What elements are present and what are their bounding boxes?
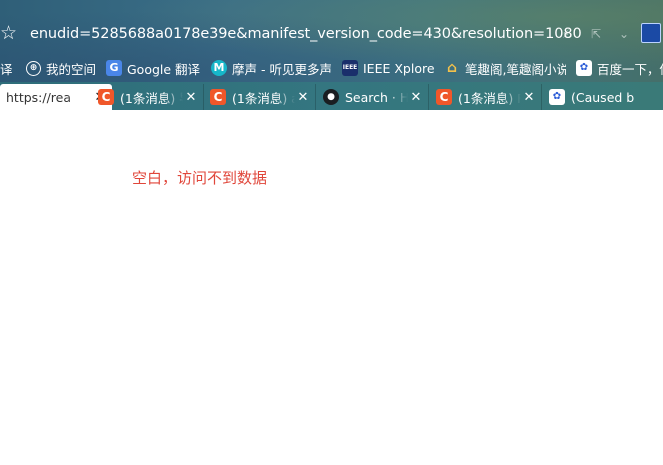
bookmark-google-translate[interactable]: G Google 翻译: [106, 56, 204, 80]
github-icon: ●: [323, 89, 339, 105]
csdn-icon: C: [210, 89, 226, 105]
bookmark-mosheng[interactable]: M 摩声 - 听见更多声: [211, 56, 331, 80]
bookmark-translate[interactable]: 译: [0, 56, 20, 80]
bookmark-biquge[interactable]: ⌂ 笔趣阁,笔趣阁小说: [444, 56, 566, 80]
page-content: 空白，访问不到数据: [0, 110, 663, 465]
bookmark-label: 摩声 - 听见更多声: [232, 61, 331, 77]
browser-toolbar: ☆ enudid=5285688a0178e39e&manifest_versi…: [0, 0, 663, 82]
close-icon[interactable]: ✕: [295, 90, 311, 105]
tab-title: (Caused b: [571, 89, 635, 105]
baidu-paw-icon: ✿: [576, 60, 592, 76]
bookmark-label: IEEE Xplore: [363, 60, 435, 76]
csdn-icon: C: [98, 89, 114, 105]
globe-icon: ⊕: [26, 60, 41, 76]
star-outline-icon[interactable]: ☆: [0, 22, 18, 44]
bookmark-label: 译: [0, 61, 13, 77]
tab-csdn-2[interactable]: C (1条消息) a ✕: [204, 84, 316, 110]
bookmark-baidu[interactable]: ✿ 百度一下，你: [576, 56, 663, 80]
bookmark-label: Google 翻译: [127, 61, 201, 77]
tab-baidu[interactable]: ✿ (Caused b: [543, 84, 663, 110]
bookmark-label: 我的空间: [46, 61, 97, 77]
chevron-down-icon[interactable]: ⌄: [615, 24, 633, 44]
house-icon: ⌂: [446, 60, 458, 76]
m-logo-icon: M: [211, 60, 227, 76]
csdn-icon: C: [436, 89, 452, 105]
tab-title: (1条消息) F: [458, 90, 521, 106]
close-icon[interactable]: ✕: [408, 90, 424, 105]
ieee-icon: IEEE: [342, 60, 358, 76]
bookmark-label: 百度一下，你: [597, 61, 663, 77]
tab-strip: https://rea ✕ C (1条消息) 导 ✕ C (1条消息) a ✕ …: [0, 82, 663, 110]
tab-title: (1条消息) a: [232, 90, 295, 106]
empty-state-message: 空白，访问不到数据: [132, 169, 268, 187]
google-translate-icon: G: [106, 60, 122, 76]
tab-github-search[interactable]: ● Search · Hi ✕: [317, 84, 429, 110]
lightning-icon[interactable]: ⚡: [557, 24, 575, 44]
close-icon[interactable]: ✕: [521, 90, 537, 105]
bookmark-my-space[interactable]: ⊕ 我的空间: [26, 56, 100, 80]
bookmarks-bar: 译 ⊕ 我的空间 G Google 翻译 M 摩声 - 听见更多声 IEEE I…: [0, 56, 663, 80]
tab-title: (1条消息) 导: [120, 90, 183, 106]
address-bar[interactable]: ☆ enudid=5285688a0178e39e&manifest_versi…: [0, 18, 663, 50]
address-bar-actions: ⚡ ⇱ ⌄: [543, 18, 663, 50]
close-icon[interactable]: ✕: [183, 90, 199, 105]
url-text[interactable]: enudid=5285688a0178e39e&manifest_version…: [30, 23, 582, 45]
tab-csdn-1[interactable]: C (1条消息) 导 ✕: [92, 84, 204, 110]
tab-csdn-3[interactable]: C (1条消息) F ✕: [430, 84, 542, 110]
bookmark-label: 笔趣阁,笔趣阁小说: [465, 61, 566, 77]
share-icon[interactable]: ⇱: [587, 24, 605, 44]
baidu-paw-icon: ✿: [549, 89, 565, 105]
bookmark-ieee[interactable]: IEEE IEEE Xplore: [342, 56, 436, 80]
tab-title: Search · Hi: [345, 89, 408, 105]
browser-window: ☆ enudid=5285688a0178e39e&manifest_versi…: [0, 0, 663, 465]
extension-icon[interactable]: [641, 23, 661, 43]
tab-title: https://rea: [6, 89, 72, 105]
